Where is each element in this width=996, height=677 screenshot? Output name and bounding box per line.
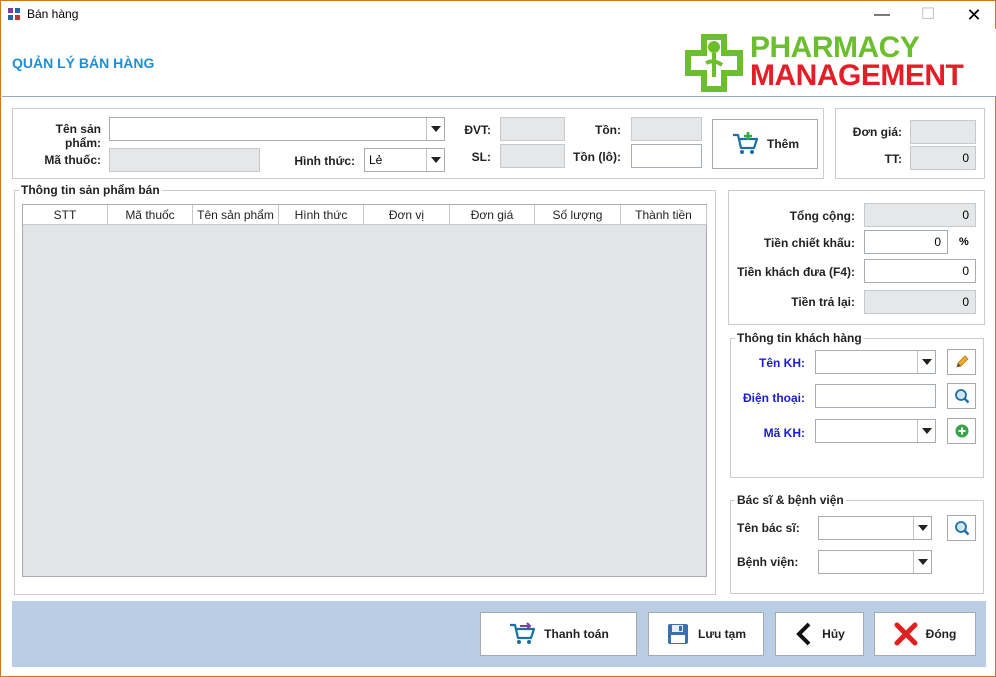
floppy-disk-icon: [667, 624, 688, 644]
customer-phone-field[interactable]: [815, 384, 936, 408]
save-draft-label: Lưu tạm: [697, 627, 747, 641]
pencil-icon: [955, 355, 969, 368]
customer-name-combo[interactable]: [815, 350, 936, 374]
column-header[interactable]: Tên sản phẩm: [193, 205, 279, 225]
discount-field[interactable]: 0: [864, 230, 948, 254]
close-button[interactable]: Đóng: [874, 612, 976, 656]
line-total-label: TT:: [884, 152, 902, 166]
quantity-label: SL:: [471, 150, 491, 164]
column-header[interactable]: Hình thức: [279, 205, 364, 225]
quantity-field[interactable]: [500, 144, 565, 168]
payment-summary-panel: Tổng cộng: 0 Tiền chiết khấu: 0 % Tiền k…: [728, 190, 985, 325]
discount-label: Tiền chiết khấu:: [763, 236, 855, 250]
add-product-button[interactable]: Thêm: [712, 119, 818, 169]
checkout-button[interactable]: Thanh toán: [480, 612, 637, 656]
cancel-label: Hủy: [822, 627, 845, 641]
app-window: Bán hàng — ☐ ✕ QUẢN LÝ BÁN HÀNG PHARMACY…: [0, 0, 996, 677]
column-header[interactable]: Mã thuốc: [108, 205, 193, 225]
column-header[interactable]: Thành tiền: [621, 205, 707, 225]
maximize-button[interactable]: ☐: [905, 1, 951, 29]
lot-stock-label: Tồn (lô):: [573, 150, 621, 164]
product-entry-panel: Tên sản phẩm: Mã thuốc: Hình thức: Lẻ ĐV…: [12, 108, 824, 179]
cancel-button[interactable]: Hủy: [775, 612, 864, 656]
customer-id-label: Mã KH:: [763, 426, 805, 440]
table-header: STT Mã thuốc Tên sản phẩm Hình thức Đơn …: [23, 205, 707, 225]
price-panel: Đơn giá: TT: 0: [835, 108, 985, 179]
close-label: Đóng: [925, 627, 957, 641]
column-header[interactable]: Đơn vị: [364, 205, 450, 225]
product-code-label: Mã thuốc:: [44, 153, 101, 167]
chevron-down-icon[interactable]: [426, 118, 444, 140]
unit-price-label: Đơn giá:: [852, 125, 902, 139]
edit-customer-button[interactable]: [947, 349, 976, 375]
logo-text-management: MANAGEMENT: [750, 59, 964, 92]
discount-percent-label: %: [959, 236, 969, 248]
lot-stock-field[interactable]: [631, 144, 702, 168]
sold-products-table[interactable]: STT Mã thuốc Tên sản phẩm Hình thức Đơn …: [22, 204, 707, 577]
stock-label: Tồn:: [595, 123, 621, 137]
pharmacy-cross-icon: [685, 34, 743, 92]
form-label: Hình thức:: [294, 154, 355, 168]
doctor-name-label: Tên bác sĩ:: [737, 521, 800, 535]
chevron-left-icon: [796, 622, 811, 646]
stock-field[interactable]: [631, 117, 702, 141]
sold-products-title: Thông tin sản phẩm bán: [19, 183, 162, 197]
save-draft-button[interactable]: Lưu tạm: [648, 612, 764, 656]
search-icon: [954, 389, 969, 404]
customer-paid-field[interactable]: 0: [864, 259, 976, 283]
product-name-combo[interactable]: [109, 117, 445, 141]
search-customer-button[interactable]: [947, 383, 976, 409]
customer-paid-label: Tiền khách đưa (F4):: [737, 265, 855, 279]
grand-total-field[interactable]: 0: [864, 203, 976, 227]
form-combo[interactable]: Lẻ: [364, 148, 445, 172]
chevron-down-icon[interactable]: [426, 149, 444, 171]
title-bar: Bán hàng — ☐ ✕: [1, 1, 995, 29]
window-title: Bán hàng: [27, 7, 79, 21]
doctor-hospital-group: Bác sĩ & bệnh viện Tên bác sĩ: Bệnh viện…: [730, 493, 984, 594]
add-circle-icon: [955, 424, 968, 438]
customer-phone-label: Điện thoại:: [743, 391, 805, 405]
search-icon: [954, 521, 969, 536]
cart-add-icon: [732, 132, 759, 154]
hospital-combo[interactable]: [818, 550, 932, 574]
checkout-label: Thanh toán: [544, 627, 609, 641]
chevron-down-icon[interactable]: [917, 420, 935, 442]
hospital-label: Bệnh viện:: [737, 555, 799, 569]
page-title: QUẢN LÝ BÁN HÀNG: [12, 55, 155, 71]
grand-total-label: Tổng cộng:: [789, 209, 855, 223]
column-header[interactable]: STT: [23, 205, 108, 225]
customer-id-combo[interactable]: [815, 419, 936, 443]
product-name-label: Tên sản phẩm:: [55, 122, 101, 150]
doctor-group-title: Bác sĩ & bệnh viện: [735, 493, 846, 507]
unit-label: ĐVT:: [464, 123, 491, 137]
minimize-button[interactable]: —: [859, 1, 905, 29]
line-total-field[interactable]: 0: [910, 146, 976, 170]
column-header[interactable]: Số lượng: [535, 205, 621, 225]
add-customer-button[interactable]: [947, 418, 976, 444]
chevron-down-icon[interactable]: [913, 517, 931, 539]
product-code-field[interactable]: [109, 148, 260, 172]
customer-group: Thông tin khách hàng Tên KH: Điện thoại:…: [730, 331, 984, 478]
page-header: QUẢN LÝ BÁN HÀNG PHARMACY MANAGEMENT: [2, 29, 996, 97]
customer-group-title: Thông tin khách hàng: [735, 331, 864, 345]
search-doctor-button[interactable]: [947, 515, 976, 541]
change-field[interactable]: 0: [864, 290, 976, 314]
unit-field[interactable]: [500, 117, 565, 141]
change-label: Tiền trả lại:: [791, 295, 855, 309]
pharmacy-logo: PHARMACY MANAGEMENT: [684, 33, 984, 93]
action-footer: Thanh toán Lưu tạm Hủy Đóng: [12, 601, 986, 667]
doctor-name-combo[interactable]: [818, 516, 932, 540]
cart-checkout-icon: [510, 622, 536, 644]
app-grid-icon: [8, 8, 20, 20]
column-header[interactable]: Đơn giá: [450, 205, 535, 225]
customer-name-label: Tên KH:: [759, 356, 805, 370]
red-x-icon: [894, 622, 918, 646]
add-button-label: Thêm: [766, 137, 799, 151]
chevron-down-icon[interactable]: [913, 551, 931, 573]
close-window-button[interactable]: ✕: [951, 1, 996, 29]
unit-price-field[interactable]: [910, 120, 976, 144]
chevron-down-icon[interactable]: [917, 351, 935, 373]
